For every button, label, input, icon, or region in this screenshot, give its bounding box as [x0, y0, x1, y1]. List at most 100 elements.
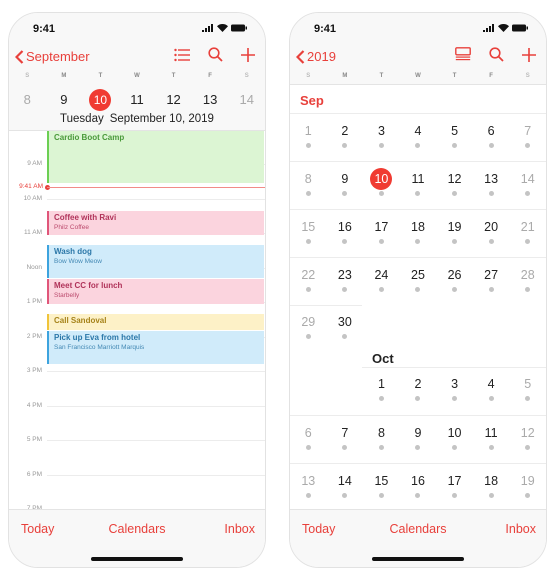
month-day-cell[interactable]: 12	[436, 162, 473, 209]
event-dot	[342, 445, 348, 450]
status-time: 9:41	[33, 23, 56, 35]
event-dot	[488, 239, 494, 244]
day-number: 16	[337, 220, 352, 234]
month-day-cell[interactable]: 2	[400, 367, 437, 415]
event-pick-up-eva[interactable]: Pick up Eva from hotel San Francisco Mar…	[47, 331, 264, 364]
month-day-cell[interactable]: 14	[509, 162, 546, 209]
day-number: 18	[411, 220, 425, 234]
home-indicator[interactable]	[372, 557, 464, 561]
month-day-cell[interactable]: 16	[327, 210, 364, 257]
week-day[interactable]: 11	[119, 89, 156, 111]
month-day-cell[interactable]: 17	[363, 210, 400, 257]
month-day-cell[interactable]: 3	[436, 367, 473, 415]
month-day-cell[interactable]: 6	[473, 114, 510, 161]
add-icon[interactable]	[522, 47, 536, 62]
status-bar: 9:41	[33, 23, 247, 37]
month-day-cell[interactable]: 15	[290, 210, 327, 257]
month-day-cell[interactable]: 19	[436, 210, 473, 257]
month-day-cell[interactable]: 27	[473, 258, 510, 305]
month-day-cell[interactable]: 3	[363, 114, 400, 161]
event-coffee-with-ravi[interactable]: Coffee with Ravi Philz Coffee	[47, 211, 264, 235]
day-number: 12	[447, 172, 462, 186]
month-day-cell[interactable]: 11	[473, 416, 510, 463]
inbox-button[interactable]: Inbox	[505, 522, 536, 536]
month-day-cell[interactable]: 17	[436, 464, 473, 511]
month-grid[interactable]: Sep Oct 1 2 3 4 5 6 7 8 9 10 11 12 13 14 15 16 17 18 19 20 2…	[290, 85, 546, 509]
month-day-cell[interactable]: 5	[436, 114, 473, 161]
month-day-cell[interactable]: 23	[327, 258, 364, 305]
month-day-cell[interactable]: 16	[400, 464, 437, 511]
month-day-cell[interactable]: 12	[509, 416, 546, 463]
event-dot	[525, 445, 531, 450]
day-number: 10	[370, 168, 393, 190]
event-wash-dog[interactable]: Wash dog Bow Wow Meow	[47, 245, 264, 278]
hour-row: 5 PM	[9, 436, 265, 443]
month-day-cell[interactable]: 14	[327, 464, 364, 511]
month-day-cell[interactable]: 5	[509, 367, 546, 415]
month-day-cell[interactable]: 1	[363, 367, 400, 415]
month-day-cell[interactable]: 9	[400, 416, 437, 463]
month-day-cell[interactable]: 2	[327, 114, 364, 161]
day-number: 24	[374, 268, 389, 282]
month-day-cell[interactable]: 26	[436, 258, 473, 305]
home-indicator[interactable]	[91, 557, 183, 561]
month-day-cell[interactable]: 1	[290, 114, 327, 161]
day-list-icon[interactable]	[455, 47, 471, 62]
event-cardio-boot-camp[interactable]: Cardio Boot Camp	[47, 131, 264, 183]
week-day[interactable]: 9	[46, 89, 83, 111]
back-to-year-button[interactable]: 2019	[296, 49, 336, 64]
event-dot	[488, 493, 494, 498]
empty-cell	[400, 305, 437, 353]
month-day-cell[interactable]: 29	[290, 305, 327, 353]
week-day-today[interactable]: 10	[89, 89, 112, 111]
month-day-cell[interactable]: 15	[363, 464, 400, 511]
month-day-cell[interactable]: 10	[436, 416, 473, 463]
month-day-cell[interactable]: 4	[400, 114, 437, 161]
month-day-cell[interactable]: 22	[290, 258, 327, 305]
add-icon[interactable]	[241, 47, 255, 62]
month-day-cell[interactable]: 10	[363, 162, 400, 209]
day-number: 1	[377, 377, 385, 391]
back-label: 2019	[307, 49, 336, 64]
month-day-cell[interactable]: 6	[290, 416, 327, 463]
back-to-month-button[interactable]: September	[15, 49, 90, 64]
day-number: 6	[487, 124, 495, 138]
month-day-cell[interactable]: 20	[473, 210, 510, 257]
event-dot	[342, 143, 348, 148]
month-day-cell[interactable]: 21	[509, 210, 546, 257]
month-day-cell[interactable]: 19	[509, 464, 546, 511]
event-dot	[378, 191, 384, 196]
day-number: 12	[520, 426, 535, 440]
month-day-cell[interactable]: 30	[327, 305, 364, 353]
month-day-cell[interactable]: 28	[509, 258, 546, 305]
event-call-sandoval[interactable]: Call Sandoval	[47, 314, 264, 330]
month-day-cell[interactable]: 7	[509, 114, 546, 161]
event-meet-cc-for-lunch[interactable]: Meet CC for lunch Starbelly	[47, 279, 264, 304]
day-timeline[interactable]: 9 AM 10 AM 11 AM Noon 1 PM 2 PM 3 PM 4 P…	[9, 131, 265, 512]
week-day[interactable]: 13	[192, 89, 229, 111]
month-day-cell[interactable]: 13	[473, 162, 510, 209]
month-day-cell[interactable]: 18	[473, 464, 510, 511]
event-dot	[525, 493, 531, 498]
month-day-cell[interactable]: 8	[363, 416, 400, 463]
month-day-cell[interactable]: 25	[400, 258, 437, 305]
month-day-cell[interactable]: 4	[473, 367, 510, 415]
week-day[interactable]: 12	[155, 89, 192, 111]
month-day-cell[interactable]: 18	[400, 210, 437, 257]
week-day[interactable]: 14	[228, 89, 265, 111]
week-day[interactable]: 8	[9, 89, 46, 111]
inbox-button[interactable]: Inbox	[224, 522, 255, 536]
month-day-cell[interactable]: 8	[290, 162, 327, 209]
day-number: 7	[341, 426, 349, 440]
month-day-cell[interactable]: 13	[290, 464, 327, 511]
back-label: September	[26, 49, 90, 64]
search-icon[interactable]	[489, 47, 504, 62]
month-day-cell[interactable]: 11	[400, 162, 437, 209]
event-dot	[378, 287, 384, 292]
event-dot	[415, 143, 421, 148]
month-day-cell[interactable]: 24	[363, 258, 400, 305]
month-day-cell[interactable]: 9	[327, 162, 364, 209]
list-icon[interactable]	[174, 48, 190, 62]
search-icon[interactable]	[208, 47, 223, 62]
month-day-cell[interactable]: 7	[327, 416, 364, 463]
